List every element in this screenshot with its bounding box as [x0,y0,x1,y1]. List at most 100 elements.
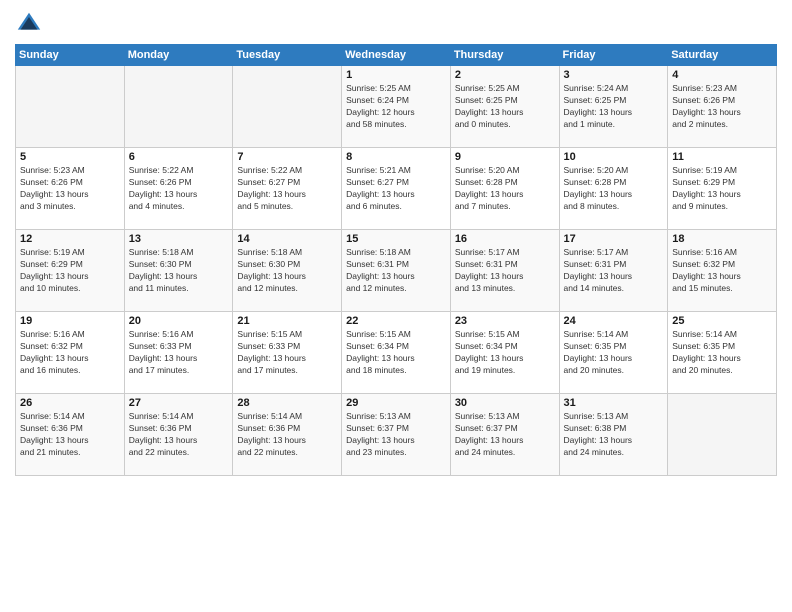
page: SundayMondayTuesdayWednesdayThursdayFrid… [0,0,792,612]
day-number: 2 [455,69,555,81]
day-number: 29 [346,397,446,409]
day-cell: 18Sunrise: 5:16 AMSunset: 6:32 PMDayligh… [668,230,777,312]
day-cell: 25Sunrise: 5:14 AMSunset: 6:35 PMDayligh… [668,312,777,394]
logo-icon [15,10,43,38]
day-info: Sunrise: 5:17 AMSunset: 6:31 PMDaylight:… [455,247,555,295]
calendar-header: SundayMondayTuesdayWednesdayThursdayFrid… [16,45,777,66]
week-row-1: 1 Sunrise: 5:25 AMSunset: 6:24 PMDaylight… [16,66,777,148]
weekday-header-sunday: Sunday [16,45,125,66]
day-info: Sunrise: 5:15 AMSunset: 6:34 PMDaylight:… [346,329,446,377]
day-info: Sunrise: 5:25 AMSunset: 6:25 PMDaylight:… [455,83,555,131]
day-number: 12 [20,233,120,245]
day-info: Sunrise: 5:19 AMSunset: 6:29 PMDaylight:… [672,165,772,213]
day-number: 1 [346,69,446,81]
day-number: 16 [455,233,555,245]
day-cell: 16 Sunrise: 5:17 AMSunset: 6:31 PMDayligh… [450,230,559,312]
day-number: 20 [129,315,229,327]
day-info: Sunrise: 5:16 AMSunset: 6:33 PMDaylight:… [129,329,229,377]
logo [15,10,45,38]
day-info: Sunrise: 5:14 AMSunset: 6:35 PMDaylight:… [672,329,772,377]
day-cell: 4 Sunrise: 5:23 AMSunset: 6:26 PMDaylight… [668,66,777,148]
day-cell: 13 Sunrise: 5:18 AMSunset: 6:30 PMDayligh… [124,230,233,312]
day-cell [124,66,233,148]
day-info: Sunrise: 5:17 AMSunset: 6:31 PMDaylight:… [564,247,664,295]
day-info: Sunrise: 5:13 AMSunset: 6:37 PMDaylight:… [455,411,555,459]
day-number: 8 [346,151,446,163]
weekday-header-friday: Friday [559,45,668,66]
day-cell: 8Sunrise: 5:21 AMSunset: 6:27 PMDaylight… [342,148,451,230]
day-number: 17 [564,233,664,245]
day-info: Sunrise: 5:15 AMSunset: 6:33 PMDaylight:… [237,329,337,377]
day-cell [668,394,777,476]
day-number: 9 [455,151,555,163]
weekday-header-thursday: Thursday [450,45,559,66]
day-number: 27 [129,397,229,409]
calendar-body: 1 Sunrise: 5:25 AMSunset: 6:24 PMDaylight… [16,66,777,476]
week-row-4: 19 Sunrise: 5:16 AMSunset: 6:32 PMDayligh… [16,312,777,394]
day-number: 10 [564,151,664,163]
day-cell: 20 Sunrise: 5:16 AMSunset: 6:33 PMDayligh… [124,312,233,394]
weekday-header-tuesday: Tuesday [233,45,342,66]
day-number: 5 [20,151,120,163]
day-cell: 27 Sunrise: 5:14 AMSunset: 6:36 PMDayligh… [124,394,233,476]
day-info: Sunrise: 5:18 AMSunset: 6:31 PMDaylight:… [346,247,446,295]
day-cell: 2 Sunrise: 5:25 AMSunset: 6:25 PMDaylight… [450,66,559,148]
day-info: Sunrise: 5:13 AMSunset: 6:37 PMDaylight:… [346,411,446,459]
day-number: 19 [20,315,120,327]
day-number: 13 [129,233,229,245]
weekday-header-wednesday: Wednesday [342,45,451,66]
day-cell: 15Sunrise: 5:18 AMSunset: 6:31 PMDayligh… [342,230,451,312]
day-cell: 9 Sunrise: 5:20 AMSunset: 6:28 PMDaylight… [450,148,559,230]
weekday-header-saturday: Saturday [668,45,777,66]
day-cell: 22 Sunrise: 5:15 AMSunset: 6:34 PMDayligh… [342,312,451,394]
day-cell: 21 Sunrise: 5:15 AMSunset: 6:33 PMDayligh… [233,312,342,394]
day-number: 23 [455,315,555,327]
day-cell: 28Sunrise: 5:14 AMSunset: 6:36 PMDayligh… [233,394,342,476]
day-number: 26 [20,397,120,409]
day-cell: 6 Sunrise: 5:22 AMSunset: 6:26 PMDaylight… [124,148,233,230]
day-number: 21 [237,315,337,327]
day-info: Sunrise: 5:14 AMSunset: 6:35 PMDaylight:… [564,329,664,377]
day-number: 24 [564,315,664,327]
day-number: 4 [672,69,772,81]
day-info: Sunrise: 5:14 AMSunset: 6:36 PMDaylight:… [20,411,120,459]
day-info: Sunrise: 5:13 AMSunset: 6:38 PMDaylight:… [564,411,664,459]
day-cell: 10 Sunrise: 5:20 AMSunset: 6:28 PMDayligh… [559,148,668,230]
header [15,10,777,38]
weekday-row: SundayMondayTuesdayWednesdayThursdayFrid… [16,45,777,66]
day-number: 3 [564,69,664,81]
day-cell: 17 Sunrise: 5:17 AMSunset: 6:31 PMDayligh… [559,230,668,312]
day-cell: 31 Sunrise: 5:13 AMSunset: 6:38 PMDayligh… [559,394,668,476]
day-number: 14 [237,233,337,245]
day-number: 22 [346,315,446,327]
day-info: Sunrise: 5:23 AMSunset: 6:26 PMDaylight:… [672,83,772,131]
day-cell: 3Sunrise: 5:24 AMSunset: 6:25 PMDaylight… [559,66,668,148]
day-info: Sunrise: 5:18 AMSunset: 6:30 PMDaylight:… [237,247,337,295]
day-number: 31 [564,397,664,409]
day-info: Sunrise: 5:16 AMSunset: 6:32 PMDaylight:… [672,247,772,295]
day-cell: 30 Sunrise: 5:13 AMSunset: 6:37 PMDayligh… [450,394,559,476]
day-number: 30 [455,397,555,409]
calendar: SundayMondayTuesdayWednesdayThursdayFrid… [15,44,777,476]
day-cell: 7Sunrise: 5:22 AMSunset: 6:27 PMDaylight… [233,148,342,230]
day-info: Sunrise: 5:20 AMSunset: 6:28 PMDaylight:… [455,165,555,213]
week-row-2: 5 Sunrise: 5:23 AMSunset: 6:26 PMDaylight… [16,148,777,230]
day-info: Sunrise: 5:22 AMSunset: 6:26 PMDaylight:… [129,165,229,213]
day-cell: 12 Sunrise: 5:19 AMSunset: 6:29 PMDayligh… [16,230,125,312]
day-info: Sunrise: 5:14 AMSunset: 6:36 PMDaylight:… [129,411,229,459]
day-cell: 24 Sunrise: 5:14 AMSunset: 6:35 PMDayligh… [559,312,668,394]
day-info: Sunrise: 5:23 AMSunset: 6:26 PMDaylight:… [20,165,120,213]
day-cell [16,66,125,148]
day-cell: 26 Sunrise: 5:14 AMSunset: 6:36 PMDayligh… [16,394,125,476]
day-info: Sunrise: 5:22 AMSunset: 6:27 PMDaylight:… [237,165,337,213]
day-info: Sunrise: 5:16 AMSunset: 6:32 PMDaylight:… [20,329,120,377]
day-info: Sunrise: 5:14 AMSunset: 6:36 PMDaylight:… [237,411,337,459]
day-number: 6 [129,151,229,163]
day-info: Sunrise: 5:18 AMSunset: 6:30 PMDaylight:… [129,247,229,295]
day-info: Sunrise: 5:15 AMSunset: 6:34 PMDaylight:… [455,329,555,377]
day-info: Sunrise: 5:19 AMSunset: 6:29 PMDaylight:… [20,247,120,295]
day-info: Sunrise: 5:20 AMSunset: 6:28 PMDaylight:… [564,165,664,213]
day-cell: 14 Sunrise: 5:18 AMSunset: 6:30 PMDayligh… [233,230,342,312]
day-info: Sunrise: 5:25 AMSunset: 6:24 PMDaylight:… [346,83,446,131]
day-cell: 19 Sunrise: 5:16 AMSunset: 6:32 PMDayligh… [16,312,125,394]
